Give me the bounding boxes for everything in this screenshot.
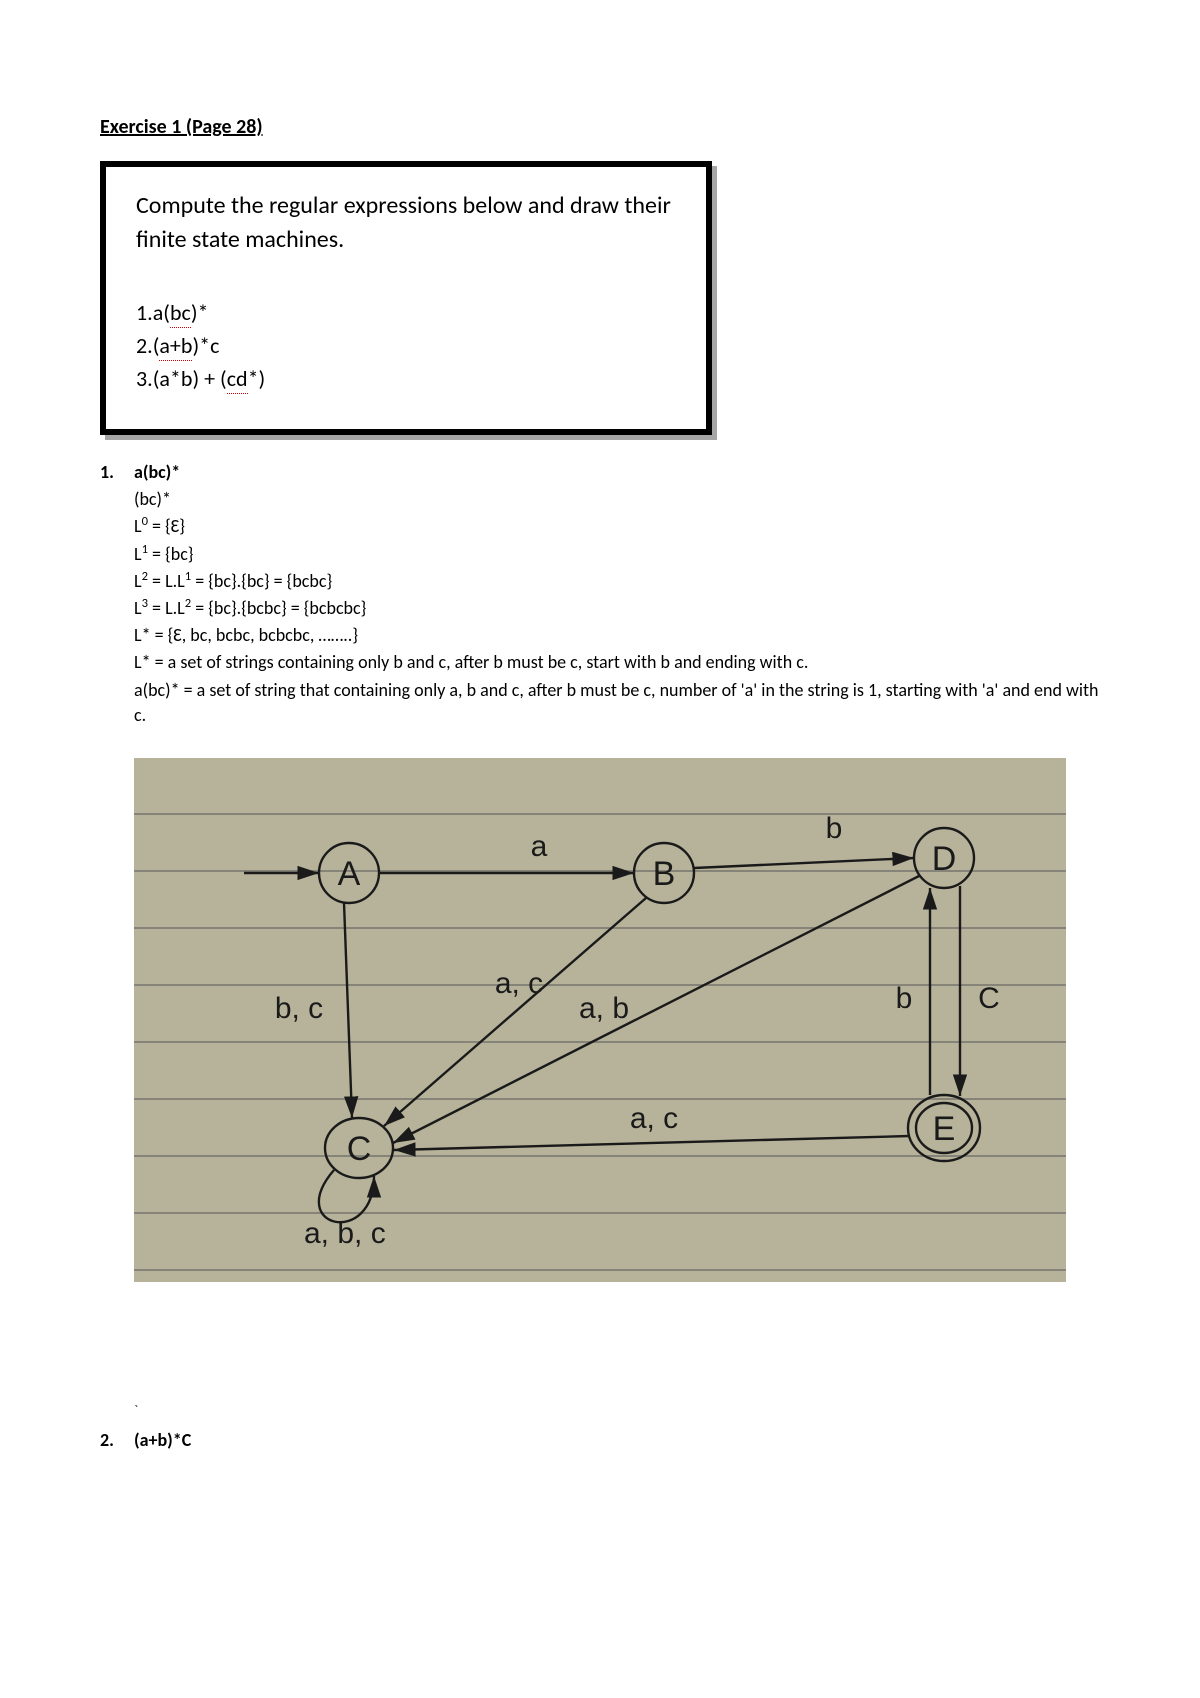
fsm-diagram-photo: A B D C E a b b, c	[134, 758, 1066, 1282]
exercise-title: Exercise 1 (Page 28)	[100, 115, 1100, 139]
item1-under: bc	[170, 299, 191, 328]
answer1-l1: (bc)*	[134, 487, 1100, 512]
l2a: L	[134, 515, 142, 537]
l4a: L	[134, 570, 142, 592]
label-A-C: b, c	[275, 992, 323, 1025]
l3a: L	[134, 543, 142, 565]
answer1-num: 1.	[100, 461, 134, 730]
problem-box: Compute the regular expressions below an…	[100, 161, 712, 435]
label-A-B: a	[531, 830, 548, 863]
problem-item-1: 1.a(bc)*	[136, 296, 676, 329]
l5a: L	[134, 597, 142, 619]
item2-under: a+b	[159, 332, 192, 361]
stray-backtick: `	[134, 1402, 1100, 1419]
answer1-l5: L3 = L.L2 = {bc}.{bcbc} = {bcbcbc}	[134, 596, 1100, 621]
answer1-l8: a(bc)* = a set of string that containing…	[134, 678, 1100, 728]
l3b: = {bc}	[148, 543, 194, 565]
label-E-C: a, c	[630, 1102, 678, 1135]
item3-num: 3.	[136, 365, 153, 392]
item2-post: )*c	[192, 332, 219, 359]
l4b: = {bc}.{bc} = {bcbc}	[191, 570, 332, 592]
item3-post: *)	[248, 365, 266, 392]
label-E-D: b	[896, 982, 913, 1015]
l5mid: = L.L	[148, 597, 185, 619]
label-D-E: C	[978, 982, 1000, 1015]
answer2-head: (a+b)*C	[134, 1429, 1100, 1451]
state-D: D	[932, 840, 957, 878]
l4mid: = L.L	[148, 570, 185, 592]
answer-2: 2. (a+b)*C	[100, 1429, 1100, 1455]
l5b: = {bc}.{bcbc} = {bcbcbc}	[191, 597, 366, 619]
fsm-svg: A B D C E a b b, c	[134, 758, 1066, 1282]
label-B-D: b	[826, 812, 843, 845]
answer1-l3: L1 = {bc}	[134, 542, 1100, 567]
l2b: = {Ɛ}	[148, 515, 185, 537]
answer-1: 1. a(bc)* (bc)* L0 = {Ɛ} L1 = {bc} L2 = …	[100, 461, 1100, 730]
answer2-num: 2.	[100, 1429, 134, 1455]
problem-item-3: 3.(a*b) + (cd*)	[136, 362, 676, 395]
answer1-l2: L0 = {Ɛ}	[134, 514, 1100, 539]
label-B-C: a, c	[495, 967, 543, 1000]
answer1-l6: L* = {Ɛ, bc, bcbc, bcbcbc, ……..}	[134, 623, 1100, 648]
item3-under: cd	[227, 365, 248, 394]
state-B: B	[653, 855, 676, 893]
item1-post: )*	[191, 299, 209, 326]
item1-num: 1.	[136, 299, 153, 326]
problem-item-2: 2.(a+b)*c	[136, 329, 676, 362]
state-E: E	[933, 1110, 956, 1148]
problem-prompt: Compute the regular expressions below an…	[136, 189, 676, 256]
state-C: C	[347, 1130, 372, 1168]
item2-num: 2.	[136, 332, 153, 359]
label-D-C: a, b	[579, 992, 629, 1025]
item3-pre: (a*b) + (	[153, 365, 227, 392]
answer1-head: a(bc)*	[134, 461, 1100, 483]
state-A: A	[338, 855, 361, 893]
label-C-self: a, b, c	[304, 1217, 386, 1250]
answer1-l4: L2 = L.L1 = {bc}.{bc} = {bcbc}	[134, 569, 1100, 594]
item1-pre: a(	[153, 299, 170, 326]
answer1-l7: L* = a set of strings containing only b …	[134, 650, 1100, 675]
